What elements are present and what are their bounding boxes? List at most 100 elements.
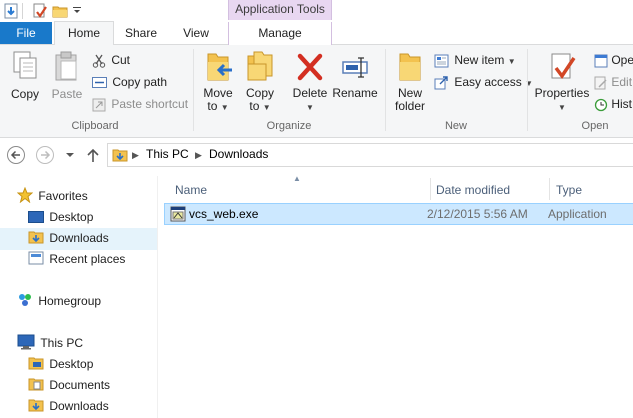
documents-folder-icon — [28, 376, 44, 392]
back-button[interactable] — [6, 145, 26, 165]
paste-button[interactable]: Paste — [48, 50, 86, 110]
sort-ascending-icon: ▲ — [293, 174, 301, 183]
copy-button[interactable]: Copy — [6, 50, 44, 110]
copy-path-button[interactable]: Copy path — [92, 73, 167, 91]
column-header-name[interactable]: Name — [175, 180, 207, 200]
new-item-button[interactable]: New item ▼ — [434, 51, 516, 69]
column-header-date-modified[interactable]: Date modified — [436, 180, 510, 200]
tab-manage[interactable]: Manage — [228, 22, 332, 45]
rename-button[interactable]: Rename — [332, 50, 378, 116]
nav-homegroup[interactable]: Homegroup — [17, 291, 101, 311]
tab-home[interactable]: Home — [54, 21, 114, 45]
chevron-down-icon — [66, 153, 74, 157]
address-bar[interactable]: ▶ This PC ▶ Downloads — [107, 143, 633, 167]
move-to-icon — [202, 50, 234, 84]
column-separator[interactable] — [549, 178, 550, 200]
paste-shortcut-button[interactable]: Paste shortcut — [92, 95, 188, 113]
new-item-icon — [434, 54, 449, 68]
nav-this-pc[interactable]: This PC — [17, 333, 83, 353]
cut-label: Cut — [111, 53, 131, 67]
breadcrumb-downloads[interactable]: Downloads — [209, 144, 268, 165]
nav-desktop-label: Desktop — [49, 210, 94, 224]
copy-to-icon — [244, 50, 276, 84]
new-item-dropdown-icon: ▼ — [507, 57, 516, 66]
downloads-folder-icon — [28, 397, 44, 413]
copy-path-icon — [92, 76, 107, 89]
customize-qa-chevron-icon[interactable] — [72, 6, 82, 22]
new-group-label: New — [444, 120, 467, 132]
forward-button[interactable] — [35, 145, 55, 165]
downloads-folder-icon — [28, 229, 44, 245]
move-to-label-2: to ▼ — [207, 99, 229, 113]
copy-label: Copy — [10, 87, 39, 101]
nav-recent-places-label: Recent places — [49, 252, 126, 266]
open-icon — [594, 54, 608, 68]
properties-button[interactable]: Properties ▼ — [534, 50, 590, 116]
copy-to-button[interactable]: Copy to ▼ — [242, 50, 278, 116]
history-icon — [594, 98, 608, 112]
homegroup-icon — [17, 292, 33, 308]
tab-share[interactable]: Share — [116, 22, 166, 45]
nav-this-pc-label: This PC — [40, 336, 84, 350]
nav-downloads[interactable]: Downloads — [28, 228, 109, 248]
exe-application-icon — [170, 206, 186, 222]
forward-arrow-icon — [36, 146, 54, 164]
table-row[interactable]: vcs_web.exe 2/12/2015 5:56 AM Applicatio… — [164, 203, 633, 225]
downloads-folder-icon — [112, 147, 128, 163]
properties-icon[interactable] — [32, 3, 48, 19]
breadcrumb-this-pc[interactable]: This PC — [146, 144, 189, 165]
clipboard-group-label: Clipboard — [71, 120, 119, 132]
tab-file[interactable]: File — [0, 22, 52, 44]
qa-divider — [22, 3, 23, 19]
properties-label: Properties — [534, 86, 590, 100]
paste-shortcut-icon — [92, 98, 106, 112]
nav-recent-places[interactable]: Recent places — [28, 249, 125, 269]
cut-button[interactable]: Cut — [92, 51, 130, 69]
edit-button[interactable]: Edit — [594, 73, 633, 91]
nav-downloads-label: Downloads — [49, 231, 109, 245]
ribbon-separator — [385, 49, 386, 131]
history-label: Hist — [611, 97, 633, 111]
nav-pc-documents[interactable]: Documents — [28, 375, 110, 395]
column-header-type[interactable]: Type — [556, 180, 582, 200]
open-button[interactable]: Ope — [594, 51, 633, 69]
up-arrow-icon — [87, 148, 99, 162]
computer-icon — [17, 334, 35, 350]
nav-pc-documents-label: Documents — [49, 378, 111, 392]
ribbon-separator — [193, 49, 194, 131]
properties-icon — [546, 50, 578, 84]
column-separator[interactable] — [430, 178, 431, 200]
pane-divider — [157, 176, 158, 418]
nav-desktop[interactable]: Desktop — [28, 207, 93, 227]
new-item-label: New item — [454, 53, 505, 67]
delete-label: Delete — [292, 86, 328, 100]
file-date-cell: 2/12/2015 5:56 AM — [427, 207, 528, 221]
recent-places-icon — [28, 250, 44, 266]
new-folder-icon[interactable] — [52, 3, 68, 19]
recent-locations-button[interactable] — [65, 151, 75, 159]
nav-pc-desktop-label: Desktop — [49, 357, 94, 371]
explorer-properties-icon[interactable] — [4, 3, 18, 19]
new-folder-icon — [394, 50, 426, 84]
copy-to-label-2: to ▼ — [249, 99, 271, 113]
nav-pc-downloads[interactable]: Downloads — [28, 396, 109, 416]
nav-homegroup-label: Homegroup — [38, 294, 102, 308]
file-name-cell: vcs_web.exe — [189, 207, 259, 221]
new-folder-button[interactable]: New folder — [390, 50, 430, 116]
history-button[interactable]: Hist — [594, 95, 633, 113]
move-to-button[interactable]: Move to ▼ — [200, 50, 236, 116]
nav-pc-desktop[interactable]: Desktop — [28, 354, 93, 374]
ribbon-separator — [527, 49, 528, 131]
edit-icon — [594, 76, 608, 90]
easy-access-button[interactable]: Easy access ▼ — [434, 73, 533, 91]
desktop-icon — [28, 210, 44, 224]
copy-icon — [10, 50, 40, 82]
tab-view[interactable]: View — [172, 22, 220, 45]
up-button[interactable] — [86, 147, 100, 163]
easy-access-label: Easy access — [454, 75, 522, 89]
file-type-cell: Application — [548, 207, 607, 221]
nav-favorites[interactable]: Favorites — [17, 186, 88, 206]
delete-button[interactable]: Delete ▼ — [290, 50, 330, 116]
delete-dropdown-icon: ▼ — [306, 103, 314, 112]
breadcrumb-separator-icon: ▶ — [132, 150, 139, 160]
